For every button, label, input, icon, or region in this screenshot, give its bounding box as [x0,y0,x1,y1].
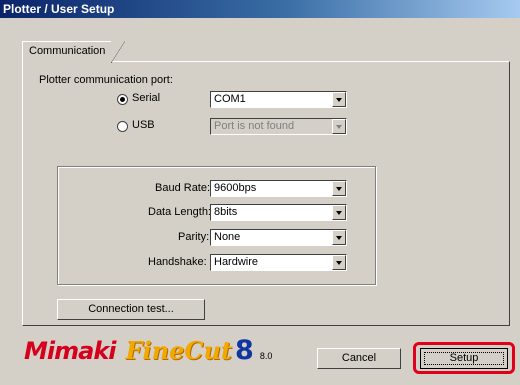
setup-button-highlight [413,342,515,374]
dialog-body: Communication Plotter communication port… [0,18,520,385]
mimaki-brand-mark: Mimaki [24,337,116,365]
finecut-wordmark: FineCut [125,336,233,365]
tab-communication[interactable]: Communication [22,41,125,63]
window-title: Plotter / User Setup [3,2,115,16]
mimaki-finecut-logo: Mimaki FineCut 8 8.0 [24,335,272,366]
cancel-label: Cancel [341,352,377,364]
title-bar[interactable]: Plotter / User Setup [0,0,520,18]
plotter-user-setup-dialog: Plotter / User Setup Communication Plott… [0,0,520,385]
tab-communication-label: Communication [29,45,106,57]
cancel-button[interactable]: Cancel [317,348,401,369]
version-number: 8.0 [259,351,273,361]
version-mark: 8 [235,335,254,366]
communication-panel [22,61,510,326]
